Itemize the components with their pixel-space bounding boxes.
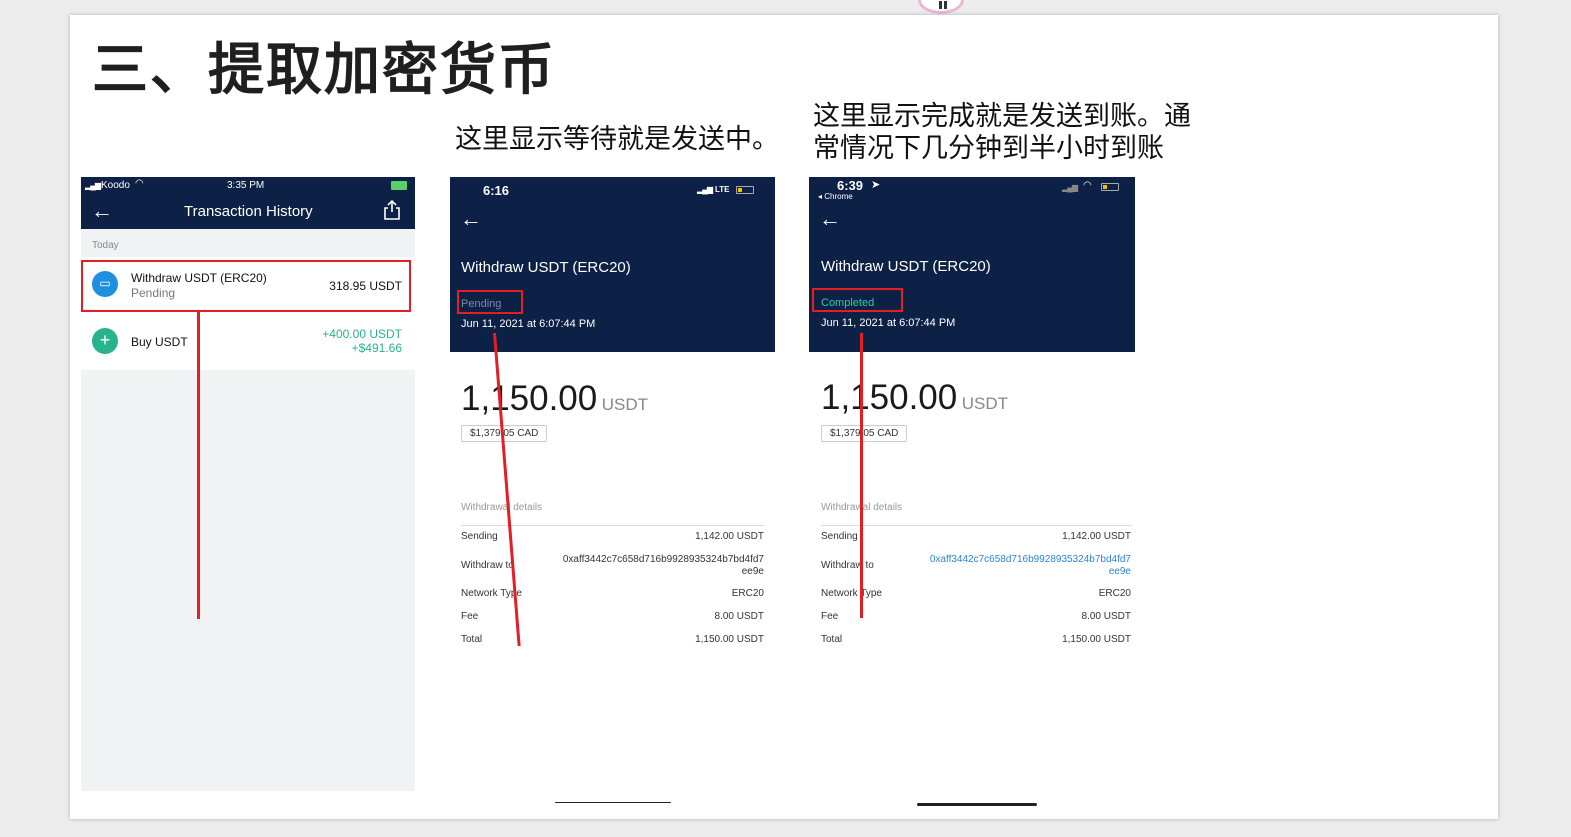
completed-header: 6:39 ➤ ◂ Chrome ▂▄▆ ◠ ← Withdraw USDT (E… — [809, 177, 1135, 352]
withdraw-address-link[interactable]: 0xaff3442c7c658d716b9928935324b7bd4fd7 — [930, 554, 1131, 565]
back-arrow-icon[interactable]: ← — [819, 207, 841, 231]
detail-value: ERC20 — [731, 588, 764, 599]
status-time: 6:16 — [483, 183, 510, 198]
amount-value: 1,150.00 — [821, 378, 958, 417]
details-header: Withdrawal details — [461, 502, 543, 513]
detail-value: ERC20 — [1098, 588, 1131, 599]
withdraw-address-link-cont[interactable]: ee9e — [1109, 566, 1131, 577]
slide-title: 三、提取加密货币 — [92, 38, 556, 103]
network-label: LTE — [715, 185, 730, 194]
back-app-label[interactable]: ◂ Chrome — [818, 192, 853, 201]
plus-icon: + — [92, 328, 118, 354]
detail-label: Network Type — [821, 588, 882, 599]
pending-header: 6:16 ▂▄▆ LTE ← Withdraw USDT (ERC20) Pen… — [450, 177, 775, 352]
detail-value: 1,142.00 USDT — [1062, 531, 1131, 542]
screen-title: Withdraw USDT (ERC20) — [821, 258, 991, 275]
amount-value: 1,150.00 — [461, 379, 598, 418]
highlight-box-withdraw — [81, 260, 411, 312]
nav-title: Transaction History — [184, 203, 313, 220]
detail-value: 1,150.00 USDT — [1062, 634, 1131, 645]
wifi-icon: ◠ — [135, 178, 144, 189]
battery-icon — [1101, 183, 1119, 191]
back-arrow-icon[interactable]: ← — [91, 199, 113, 223]
detail-label: Sending — [461, 531, 498, 542]
status-bar: ▂▄▆ Koodo ◠ 3:35 PM — [81, 177, 415, 195]
detail-label: Withdraw to — [461, 560, 514, 571]
signal-icon: ▂▄▆ — [1062, 183, 1078, 192]
detail-value: 1,142.00 USDT — [695, 531, 764, 542]
date-label: Jun 11, 2021 at 6:07:44 PM — [821, 317, 956, 329]
detail-label: Withdraw to — [821, 560, 874, 571]
detail-value-cont: ee9e — [741, 566, 764, 577]
amount-unit: USDT — [961, 394, 1008, 413]
nav-bar: ← Transaction History — [81, 195, 415, 229]
detail-label: Total — [461, 634, 483, 645]
annotation-line — [197, 312, 200, 619]
annotation-line — [860, 333, 863, 618]
detail-label: Total — [821, 634, 843, 645]
back-arrow-icon[interactable]: ← — [460, 207, 482, 231]
amount-block: 1,150.00 USDT — [461, 379, 648, 419]
signal-icon: ▂▄▆ — [697, 185, 713, 194]
caption-completed-2: 常情况下几分钟到半小时到账 — [813, 133, 1164, 164]
detail-label: Fee — [821, 611, 839, 622]
share-icon[interactable] — [383, 199, 401, 221]
caption-pending: 这里显示等待就是发送中。 — [455, 124, 779, 155]
fiat-pill: $1,379.05 CAD — [821, 425, 908, 442]
item-amount: +400.00 USDT — [322, 327, 402, 341]
item-amount-fiat: +$491.66 — [351, 341, 402, 355]
detail-label: Fee — [461, 611, 479, 622]
detail-label: Sending — [821, 531, 858, 542]
status-time: 3:35 PM — [227, 180, 265, 191]
wifi-icon: ◠ — [1083, 180, 1092, 191]
presenter-badge — [918, 0, 964, 14]
detail-value: 8.00 USDT — [1081, 611, 1131, 622]
home-indicator — [555, 802, 671, 803]
amount-unit: USDT — [601, 395, 648, 414]
amount-block: 1,150.00 USDT — [821, 378, 1008, 418]
detail-value: 1,150.00 USDT — [695, 634, 764, 645]
divider — [821, 525, 1132, 526]
screen-title: Withdraw USDT (ERC20) — [461, 259, 631, 276]
signal-icon: ▂▄▆ — [85, 181, 101, 190]
item-name: Buy USDT — [131, 335, 188, 349]
divider — [461, 525, 765, 526]
location-arrow-icon: ➤ — [871, 179, 881, 191]
battery-icon — [391, 181, 407, 190]
date-label: Jun 11, 2021 at 6:07:44 PM — [461, 318, 596, 330]
detail-value: 0xaff3442c7c658d716b9928935324b7bd4fd7 — [562, 554, 764, 565]
fiat-pill: $1,379.05 CAD — [461, 425, 548, 442]
highlight-box-completed — [812, 288, 903, 312]
home-indicator — [917, 803, 1037, 806]
caption-completed-1: 这里显示完成就是发送到账。通 — [813, 101, 1191, 132]
section-label: Today — [92, 240, 119, 251]
list-item-buy[interactable]: + Buy USDT +400.00 USDT +$491.66 — [81, 310, 415, 370]
battery-icon — [736, 186, 754, 194]
status-time: 6:39 — [837, 178, 864, 193]
detail-value: 8.00 USDT — [714, 611, 764, 622]
slide: 三、提取加密货币 这里显示等待就是发送中。 这里显示完成就是发送到账。通 常情况… — [70, 15, 1498, 819]
carrier-label: Koodo — [101, 180, 130, 191]
highlight-box-pending — [457, 290, 523, 314]
